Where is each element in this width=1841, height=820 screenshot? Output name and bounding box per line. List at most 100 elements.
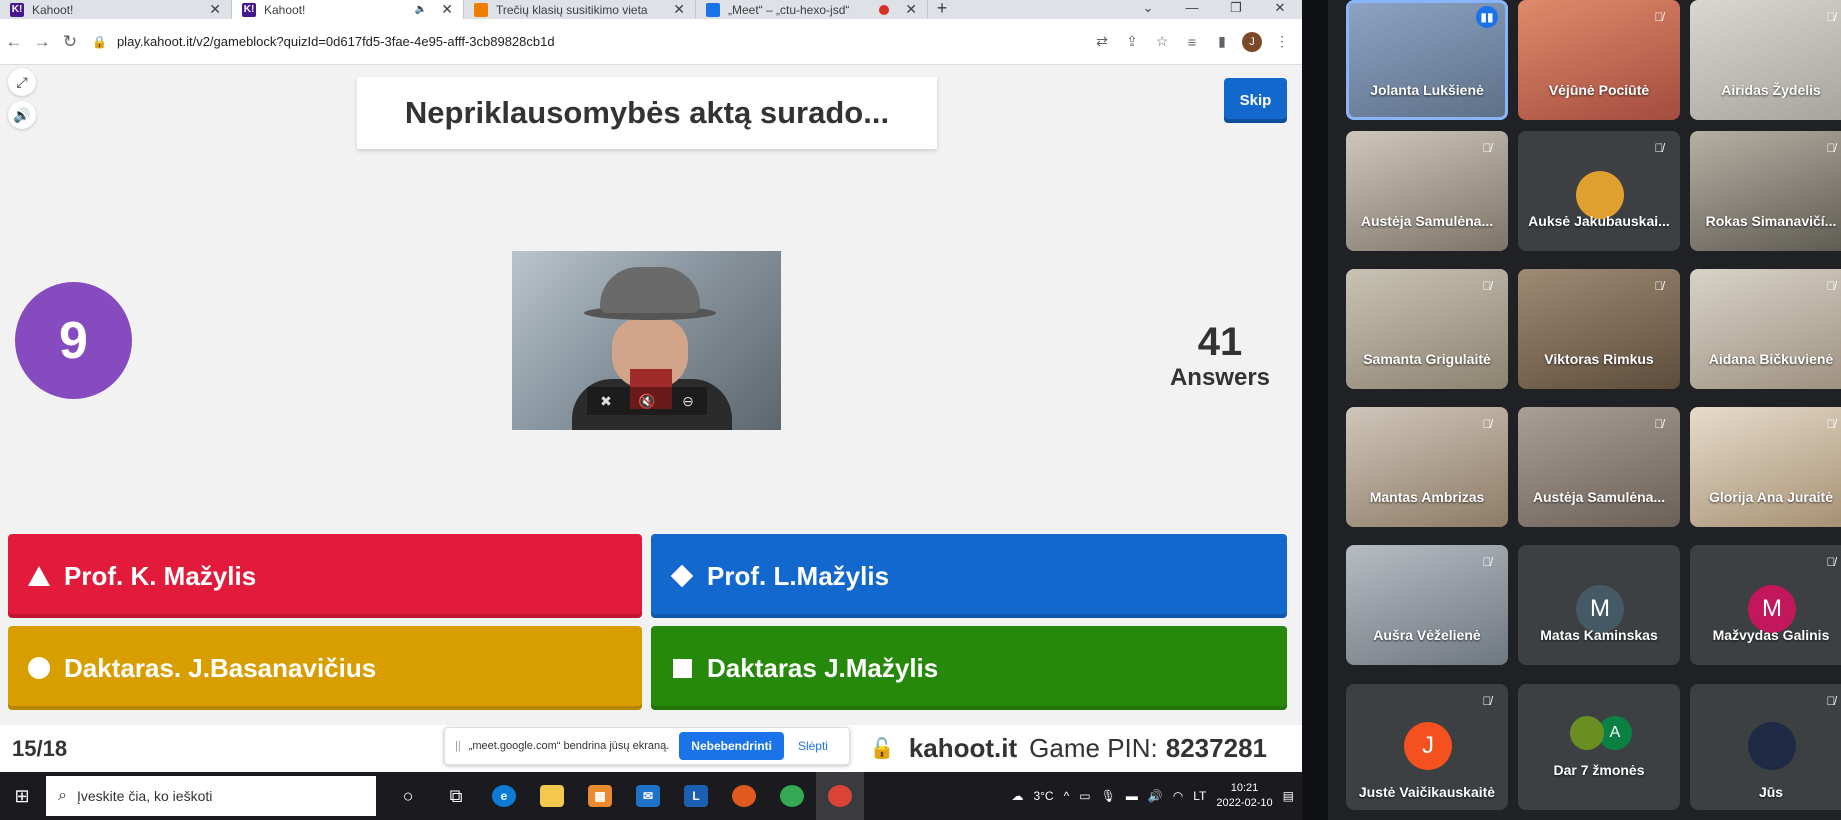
close-tab-icon[interactable]: ✕ xyxy=(441,1,453,18)
participant-tile[interactable]: 🎙̸ Rokas Simanavičí... xyxy=(1690,131,1841,251)
language-indicator[interactable]: LT xyxy=(1193,789,1206,803)
mail-icon[interactable]: ✉ xyxy=(624,772,672,820)
side-panel-icon[interactable]: ▮ xyxy=(1212,33,1232,50)
speaker-mute-icon[interactable]: 🔈 xyxy=(415,4,427,15)
menu-kebab-icon[interactable]: ⋮ xyxy=(1272,33,1292,50)
fullscreen-icon[interactable]: ⤢ xyxy=(8,68,36,96)
mic-off-icon: 🎙̸ xyxy=(1654,10,1664,24)
participant-tile[interactable]: 🎙̸ Samanta Grigulaitė xyxy=(1346,269,1508,389)
participant-tile[interactable]: ▮▮ Jolanta Lukšienė xyxy=(1346,0,1508,120)
cortana-icon[interactable]: ○ xyxy=(384,772,432,820)
close-tab-icon[interactable]: ✕ xyxy=(673,1,685,18)
translate-icon[interactable]: ⇄ xyxy=(1092,33,1112,50)
clock[interactable]: 10:21 2022-02-10 xyxy=(1216,781,1272,811)
taskbar-apps: ○ ⧉ e ▦ ✉ L xyxy=(384,772,864,820)
participant-tile[interactable]: 🎙̸ Airidas Žydelis xyxy=(1690,0,1841,120)
circle-icon xyxy=(28,657,50,679)
share-text: „meet.google.com“ bendrina jūsų ekraną. xyxy=(468,740,670,752)
media-control-icon[interactable]: ≡ xyxy=(1182,34,1202,50)
drag-handle-icon[interactable]: || xyxy=(455,740,461,752)
participant-tile[interactable]: 🎙̸ Austėja Samulėna... xyxy=(1346,131,1508,251)
new-tab-button[interactable]: + xyxy=(928,0,956,19)
weather-temp[interactable]: 3°C xyxy=(1033,789,1053,803)
file-explorer-icon[interactable] xyxy=(528,772,576,820)
address-bar: ← → ↻ 🔒 play.kahoot.it/v2/gameblock?quiz… xyxy=(0,19,1302,65)
answer-option-square[interactable]: Daktaras J.Mažylis xyxy=(651,626,1287,710)
participant-name: Viktoras Rimkus xyxy=(1544,351,1654,367)
game-footer: 15/18 || „meet.google.com“ bendrina jūsų… xyxy=(0,725,1302,772)
firefox-icon[interactable] xyxy=(720,772,768,820)
panel-divider xyxy=(1302,0,1328,820)
windows-start-icon[interactable]: ⊞ xyxy=(6,786,38,807)
clock-time: 10:21 xyxy=(1230,782,1259,794)
more-participants-tile[interactable]: A Dar 7 žmonės xyxy=(1518,684,1680,810)
back-button[interactable]: ← xyxy=(0,32,28,52)
participant-tile[interactable]: 🎙̸ Aušra Vėželienė xyxy=(1346,545,1508,665)
stop-sharing-button[interactable]: Nebebendrinti xyxy=(679,732,784,760)
task-view-icon[interactable]: ⧉ xyxy=(432,772,480,820)
tab-title: Kahoot! xyxy=(32,2,74,17)
share-icon[interactable]: ⇪ xyxy=(1122,33,1142,50)
chevron-up-icon[interactable]: ^ xyxy=(1064,789,1070,803)
tab-meet[interactable]: „Meet“ – „ctu-hexo-jsd“ ✕ xyxy=(696,0,928,19)
avatar: M xyxy=(1576,585,1624,633)
participant-tile[interactable]: 🎙̸ Glorija Ana Juraitė xyxy=(1690,407,1841,527)
microphone-icon[interactable]: 🎙 xyxy=(1101,789,1116,803)
hide-banner-link[interactable]: Slėpti xyxy=(798,739,828,753)
tab-search-icon[interactable]: ⌄ xyxy=(1126,0,1170,19)
answer-option-diamond[interactable]: Prof. L.Mažylis xyxy=(651,534,1287,618)
close-window-button[interactable]: ✕ xyxy=(1258,0,1302,19)
chrome-active-icon[interactable] xyxy=(816,772,864,820)
forward-button[interactable]: → xyxy=(28,32,56,52)
answer-option-circle[interactable]: Daktaras. J.Basanavičius xyxy=(8,626,642,710)
kahoot-game: ⤢ 🔊 Nepriklausomybės aktą surado... Skip… xyxy=(0,65,1302,772)
participant-tile[interactable]: 🎙̸ Viktoras Rimkus xyxy=(1518,269,1680,389)
tab-kahoot-1[interactable]: K! Kahoot! ✕ xyxy=(0,0,232,19)
participant-tile[interactable]: 🎙̸ Austėja Samulėna... xyxy=(1518,407,1680,527)
participant-tile[interactable]: 🎙̸ Auksė Jakubauskai... xyxy=(1518,131,1680,251)
participant-name: Jolanta Lukšienė xyxy=(1370,82,1484,98)
tab-meeting-place[interactable]: Trečių klasių susitikimo vieta ✕ xyxy=(464,0,696,19)
wifi-icon[interactable]: ◠ xyxy=(1173,789,1183,803)
lock-icon[interactable]: 🔓 xyxy=(870,736,895,761)
l-app-icon[interactable]: L xyxy=(672,772,720,820)
mic-off-icon: 🎙̸ xyxy=(1826,141,1836,155)
lock-icon[interactable]: 🔒 xyxy=(92,35,107,49)
participant-tile[interactable]: M Matas Kaminskas xyxy=(1518,545,1680,665)
participant-tile-self[interactable]: 🎙̸ Jūs xyxy=(1690,684,1841,810)
reload-button[interactable]: ↻ xyxy=(56,32,84,52)
close-tab-icon[interactable]: ✕ xyxy=(209,1,221,18)
bookmark-star-icon[interactable]: ☆ xyxy=(1152,33,1172,50)
answers-label: Answers xyxy=(1169,364,1271,391)
participant-tile[interactable]: 🎙̸ Aidana Bičkuvienė xyxy=(1690,269,1841,389)
meet-participants-panel: ▮▮ Jolanta Lukšienė 🎙̸ Vėjūnė Pociūtė 🎙̸… xyxy=(1328,0,1841,820)
photo-hat xyxy=(600,267,700,313)
battery-icon[interactable]: ▬ xyxy=(1126,789,1138,803)
restore-button[interactable]: ❐ xyxy=(1214,0,1258,19)
speaker-icon[interactable]: 🔊 xyxy=(1148,789,1163,803)
answer-label: Prof. K. Mažylis xyxy=(64,560,257,591)
edge-icon[interactable]: e xyxy=(480,772,528,820)
answer-option-triangle[interactable]: Prof. K. Mažylis xyxy=(8,534,642,618)
minimize-button[interactable]: — xyxy=(1170,0,1214,19)
close-tab-icon[interactable]: ✕ xyxy=(905,1,917,18)
participant-tile[interactable]: 🎙̸ J Justė Vaičikauskaitė xyxy=(1346,684,1508,810)
diamond-icon xyxy=(670,564,694,588)
participant-tile[interactable]: 🎙̸ M Mažvydas Galinis xyxy=(1690,545,1841,665)
url-field[interactable]: 🔒 play.kahoot.it/v2/gameblock?quizId=0d6… xyxy=(92,27,1092,57)
taskbar-search[interactable]: ⌕ Įveskite čia, ko ieškoti xyxy=(46,776,376,816)
tab-strip: K! Kahoot! ✕ K! Kahoot! 🔈 ✕ Trečių klasi… xyxy=(0,0,1302,19)
participant-tile[interactable]: 🎙̸ Vėjūnė Pociūtė xyxy=(1518,0,1680,120)
notification-icon[interactable]: ▤ xyxy=(1283,789,1294,803)
chrome-icon[interactable] xyxy=(768,772,816,820)
square-icon xyxy=(671,657,693,679)
volume-icon[interactable]: 🔊 xyxy=(8,101,36,129)
profile-avatar[interactable]: J xyxy=(1242,31,1262,52)
tab-kahoot-2[interactable]: K! Kahoot! 🔈 ✕ xyxy=(232,0,464,19)
browser-window: K! Kahoot! ✕ K! Kahoot! 🔈 ✕ Trečių klasi… xyxy=(0,0,1302,772)
participant-tile[interactable]: 🎙̸ Mantas Ambrizas xyxy=(1346,407,1508,527)
skip-button[interactable]: Skip xyxy=(1224,78,1287,123)
device-icon[interactable]: ▭ xyxy=(1079,789,1090,803)
cloud-icon[interactable]: ☁ xyxy=(1011,789,1023,803)
store-icon[interactable]: ▦ xyxy=(576,772,624,820)
